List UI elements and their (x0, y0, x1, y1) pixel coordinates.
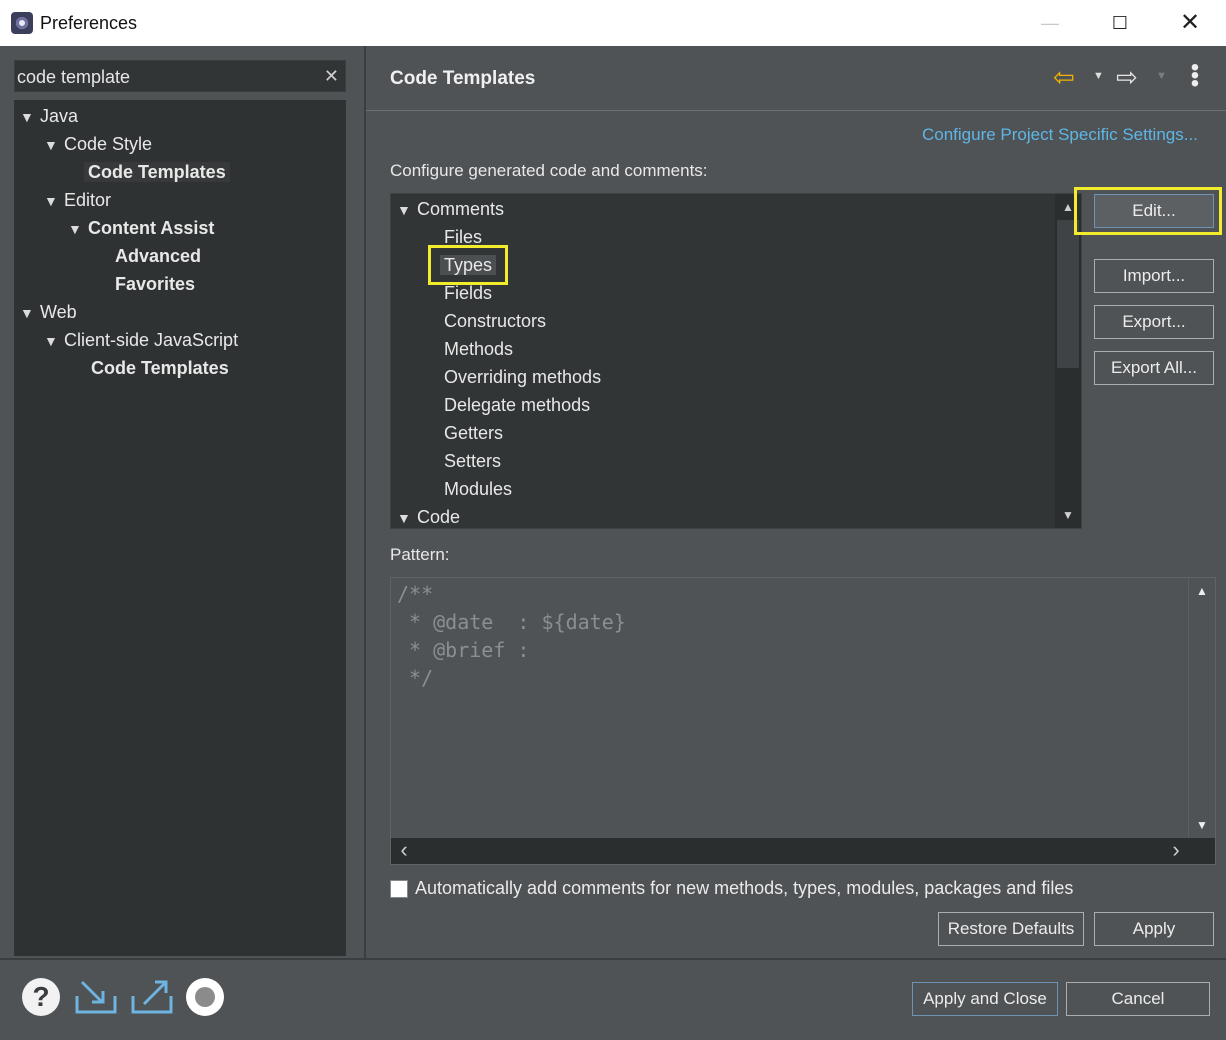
tree-item-label: Advanced (115, 246, 202, 266)
tree-item-js-code-templates[interactable]: Code Templates (91, 355, 229, 381)
edit-highlight-box (1074, 187, 1222, 235)
window-title: Preferences (40, 13, 138, 33)
chevron-down-icon[interactable]: ▼ (68, 216, 88, 242)
types-highlight-box (428, 245, 508, 285)
tree-item-editor[interactable]: ▼ Editor (44, 187, 111, 213)
template-item-modules[interactable]: Modules (444, 476, 512, 502)
tree-item-client-side-javascript[interactable]: ▼ Client-side JavaScript (44, 327, 238, 353)
left-panel: ✕ ▼Java ▼Code Style Code Templates ▼Edit… (0, 46, 364, 958)
pattern-line: * @date : ${date} (397, 610, 626, 634)
pattern-line: * @brief : (397, 638, 530, 662)
forward-history-dropdown-icon[interactable]: ▼ (1156, 70, 1167, 82)
import-button[interactable]: Import... (1094, 259, 1214, 293)
pattern-code: /** * @date : ${date} * @brief : */ (397, 580, 626, 692)
back-history-dropdown-icon[interactable]: ▼ (1093, 70, 1104, 82)
chevron-up-icon[interactable]: ▲ (1189, 584, 1215, 598)
auto-comments-checkbox[interactable] (390, 880, 408, 898)
template-item-getters[interactable]: Getters (444, 420, 503, 446)
tree-item-web[interactable]: ▼ Web (20, 299, 77, 325)
tree-item-java-code-templates[interactable]: Code Templates (84, 159, 230, 185)
tree-item-label: Content Assist (88, 218, 215, 238)
tree-item-label: Editor (64, 190, 112, 210)
auto-comments-label[interactable]: Automatically add comments for new metho… (415, 878, 1073, 899)
tree-item-label: Web (40, 302, 77, 322)
import-preferences-icon[interactable] (74, 978, 118, 1016)
maximize-button[interactable]: ☐ (1097, 8, 1143, 38)
back-arrow-icon[interactable]: ⇦ (1053, 62, 1075, 93)
pattern-vertical-scrollbar[interactable]: ▲ ▼ (1188, 578, 1215, 838)
view-menu-icon[interactable]: • • • (1188, 56, 1202, 96)
filter-box: ✕ (14, 60, 346, 92)
pattern-horizontal-scrollbar[interactable]: ‹ › (391, 838, 1215, 864)
page-header: Code Templates ⇦ ▼ ⇨ ▼ • • • (366, 46, 1226, 111)
apply-button[interactable]: Apply (1094, 912, 1214, 946)
right-panel: Code Templates ⇦ ▼ ⇨ ▼ • • • Configure Pro… (366, 46, 1226, 958)
help-icon[interactable]: ? (22, 978, 60, 1016)
chevron-down-icon[interactable]: ▼ (20, 300, 40, 326)
preferences-tree: ▼ Java ▼ Code Style Code Templates ▼ Editor… (14, 100, 346, 956)
tree-item-label: Client-side JavaScript (64, 330, 239, 350)
export-button[interactable]: Export... (1094, 305, 1214, 339)
chevron-down-icon[interactable]: ▼ (397, 197, 417, 223)
pattern-editor[interactable]: /** * @date : ${date} * @brief : */ ▲ ▼ … (390, 577, 1216, 865)
template-tree: ▼ Comments Files Types Fields Constructor… (390, 193, 1082, 529)
export-preferences-icon[interactable] (130, 978, 174, 1016)
tree-item-favorites[interactable]: Favorites (115, 271, 195, 297)
tree-item-label: Code Style (64, 134, 153, 154)
page-title: Code Templates (390, 68, 536, 89)
restore-defaults-button[interactable]: Restore Defaults (938, 912, 1084, 946)
close-button[interactable]: ✕ (1167, 8, 1213, 38)
pattern-line: */ (397, 666, 434, 690)
template-item-constructors[interactable]: Constructors (444, 308, 546, 334)
chevron-left-icon[interactable]: ‹ (391, 838, 417, 862)
minimize-button[interactable]: — (1027, 8, 1073, 38)
title-bar: Preferences — ☐ ✕ (0, 0, 1226, 46)
tree-item-label: Favorites (115, 274, 196, 294)
chevron-down-icon[interactable]: ▼ (44, 188, 64, 214)
tree-item-advanced[interactable]: Advanced (115, 243, 201, 269)
tree-item-label: Code (417, 507, 461, 527)
template-item-delegate-methods[interactable]: Delegate methods (444, 392, 590, 418)
tree-item-label: Code Templates (84, 162, 230, 182)
tree-item-label: Code Templates (91, 358, 229, 378)
tree-item-java[interactable]: ▼ Java (20, 103, 78, 129)
pattern-label: Pattern: (390, 545, 450, 564)
template-tree-scrollbar[interactable]: ▲ ▼ (1055, 194, 1081, 528)
template-item-methods[interactable]: Methods (444, 336, 513, 362)
tree-item-label: Java (40, 106, 79, 126)
apply-and-close-button[interactable]: Apply and Close (912, 982, 1058, 1016)
clear-filter-icon[interactable]: ✕ (324, 65, 339, 87)
template-item-overriding-methods[interactable]: Overriding methods (444, 364, 601, 390)
chevron-down-icon[interactable]: ▼ (44, 328, 64, 354)
tree-item-label: Comments (417, 199, 505, 219)
chevron-down-icon[interactable]: ▼ (1189, 818, 1215, 832)
filter-input[interactable] (17, 65, 317, 89)
scrollbar-thumb[interactable] (1057, 220, 1079, 368)
tree-item-code-style[interactable]: ▼ Code Style (44, 131, 152, 157)
record-icon[interactable] (186, 978, 224, 1016)
configure-label: Configure generated code and comments: (390, 161, 708, 180)
cancel-button[interactable]: Cancel (1066, 982, 1210, 1016)
chevron-right-icon[interactable]: › (1163, 838, 1189, 862)
export-all-button[interactable]: Export All... (1094, 351, 1214, 385)
template-category-code[interactable]: ▼ Code (397, 504, 461, 528)
chevron-down-icon[interactable]: ▼ (397, 505, 417, 528)
eclipse-app-icon (11, 12, 33, 34)
template-category-comments[interactable]: ▼ Comments (397, 196, 504, 222)
forward-arrow-icon[interactable]: ⇨ (1116, 62, 1138, 93)
project-specific-settings-link[interactable]: Configure Project Specific Settings... (922, 125, 1198, 145)
tree-item-content-assist[interactable]: ▼ Content Assist (68, 215, 214, 241)
bottom-bar: ? Apply and Close Cancel (0, 960, 1226, 1040)
template-item-setters[interactable]: Setters (444, 448, 501, 474)
chevron-down-icon[interactable]: ▼ (44, 132, 64, 158)
chevron-down-icon[interactable]: ▼ (1055, 508, 1081, 522)
pattern-line: /** (397, 582, 434, 606)
chevron-down-icon[interactable]: ▼ (20, 104, 40, 130)
